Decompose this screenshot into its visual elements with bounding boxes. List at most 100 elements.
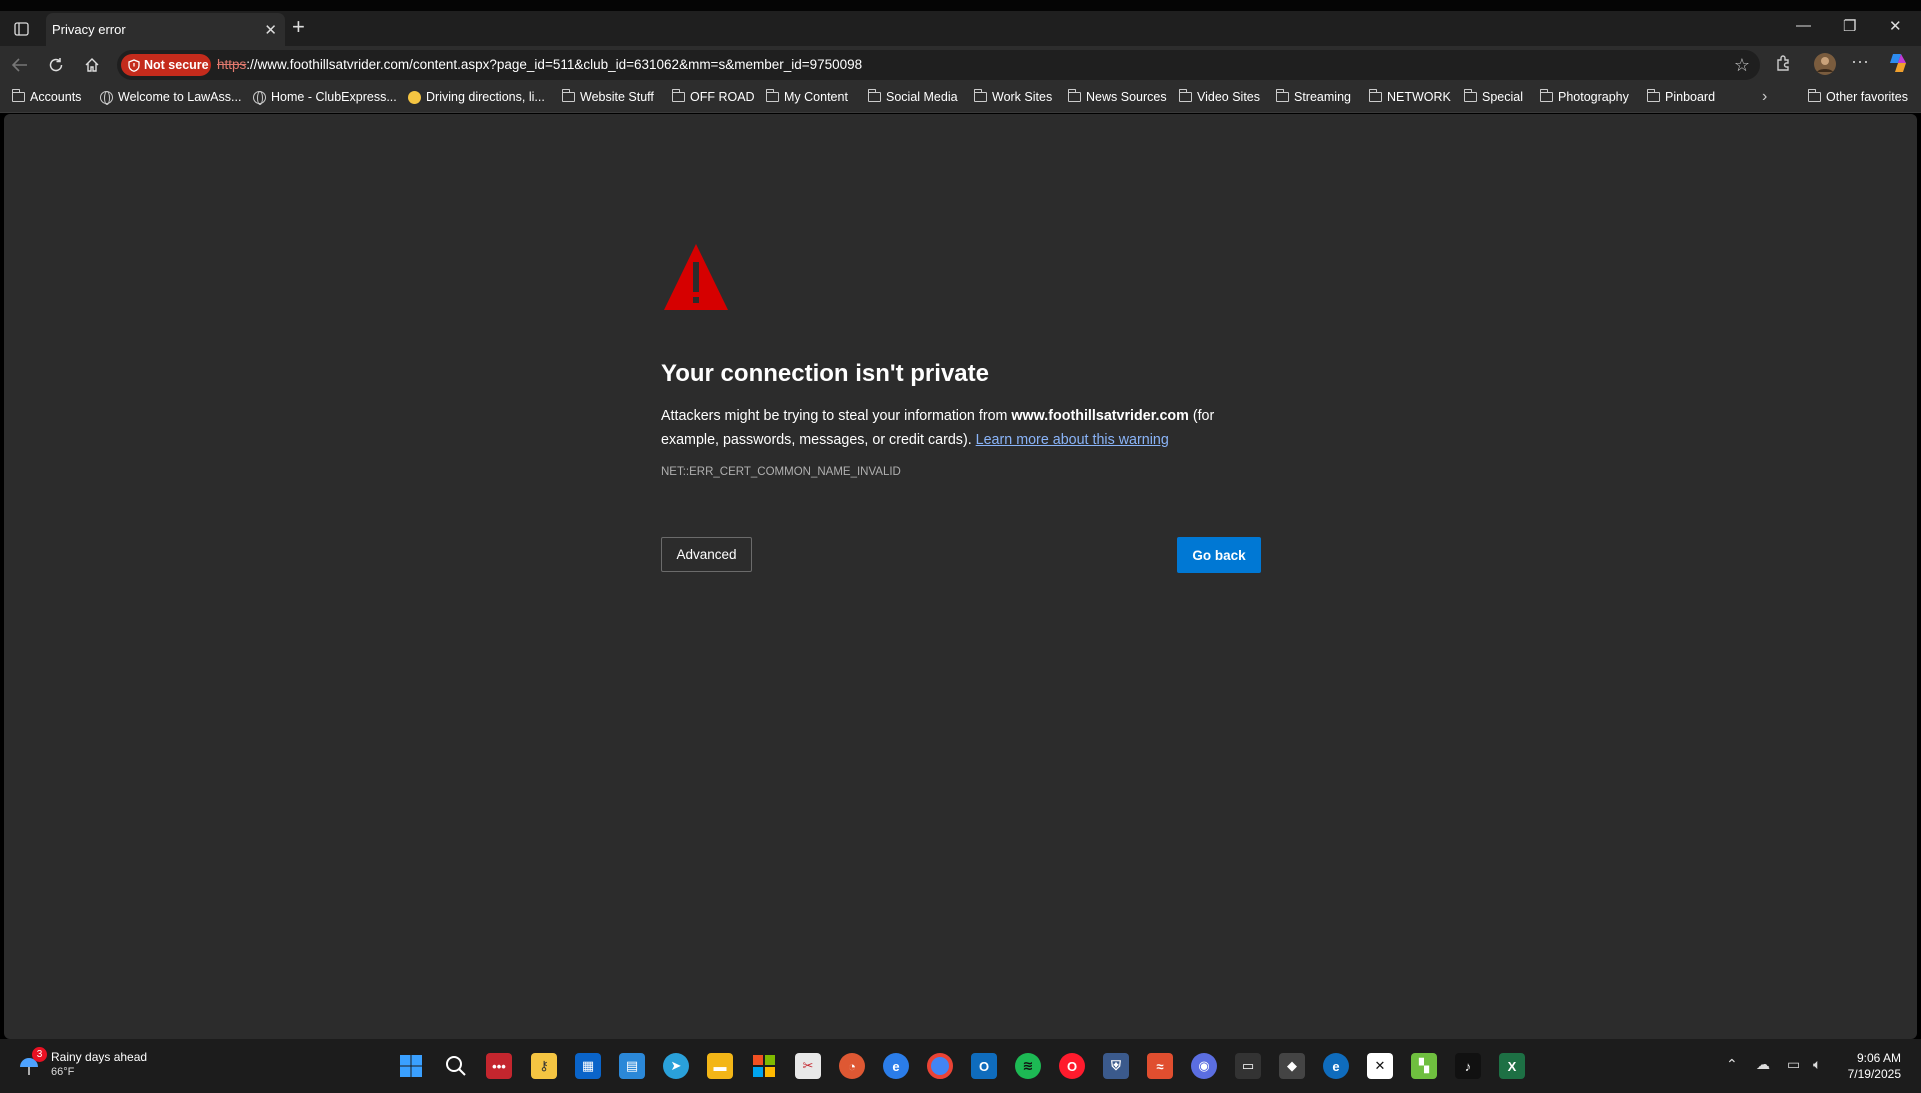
home-icon	[85, 58, 99, 72]
back-button[interactable]	[8, 53, 32, 77]
notification-badge: 3	[32, 1047, 47, 1062]
tab-actions-button[interactable]	[10, 19, 32, 39]
reload-button[interactable]	[44, 53, 68, 77]
favorite-item-streaming[interactable]: Streaming	[1276, 89, 1351, 104]
taskbar-app-keys-icon[interactable]: ⚷	[531, 1053, 557, 1079]
spotify-icon[interactable]: ≋	[1015, 1053, 1041, 1079]
clock-time: 9:06 AM	[1856, 1051, 1901, 1065]
microsoft-app-icon[interactable]	[751, 1053, 777, 1079]
go-back-button[interactable]: Go back	[1177, 537, 1261, 573]
clapper-icon[interactable]: ▭	[1235, 1053, 1261, 1079]
favorite-label: OFF ROAD	[690, 90, 755, 104]
page-title: Your connection isn't private	[661, 360, 989, 387]
folder-icon	[1464, 89, 1477, 102]
tab-close-icon[interactable]: ✕	[264, 21, 277, 39]
tab-privacy-error[interactable]: Privacy error ✕	[46, 13, 285, 46]
opera-icon[interactable]: O	[1059, 1053, 1085, 1079]
favorite-label: Photography	[1558, 90, 1629, 104]
tiktok-icon[interactable]: ♪	[1455, 1053, 1481, 1079]
favorite-item-off-road[interactable]: OFF ROAD	[672, 89, 755, 104]
network-icon[interactable]: ▭	[1787, 1056, 1800, 1073]
new-tab-icon[interactable]: +	[292, 16, 305, 38]
favorite-label: Pinboard	[1665, 90, 1716, 104]
profile-avatar[interactable]	[1813, 52, 1837, 81]
other-favorites[interactable]: Other favorites	[1808, 89, 1908, 104]
search-button[interactable]	[443, 1053, 469, 1079]
not-secure-label: Not secure	[144, 58, 209, 72]
reload-icon	[49, 58, 63, 72]
taskbar-app-grid-icon[interactable]: ▚	[1411, 1053, 1437, 1079]
favorite-label: Social Media	[886, 90, 958, 104]
extensions-icon[interactable]	[1775, 54, 1793, 77]
desc-prefix: Attackers might be trying to steal your …	[661, 408, 1012, 424]
address-toolbar: Not secure https://www.foothillsatvrider…	[0, 46, 1921, 84]
snipping-tool-icon[interactable]: ✂	[795, 1053, 821, 1079]
folder-icon	[1276, 89, 1289, 102]
favorite-label: Driving directions, li...	[426, 90, 545, 104]
folder-icon	[1369, 89, 1382, 102]
taskbar-app-edge-dev-icon[interactable]: e	[1323, 1053, 1349, 1079]
chevron-up-icon[interactable]: ⌃	[1726, 1056, 1738, 1073]
favorite-label: Video Sites	[1197, 90, 1261, 104]
favorite-label: NETWORK	[1387, 90, 1451, 104]
favorites-bar: Accounts Welcome to LawAss... Home - Clu…	[0, 84, 1921, 113]
not-secure-badge[interactable]: Not secure	[121, 54, 211, 76]
windows-icon	[400, 1055, 422, 1077]
page-content: Your connection isn't private Attackers …	[4, 114, 1917, 1039]
onedrive-icon[interactable]: ☁	[1756, 1056, 1770, 1073]
url-path: ://www.foothillsatvrider.com/content.asp…	[246, 57, 863, 72]
chrome-icon[interactable]	[927, 1053, 953, 1079]
favorite-item-clubexpress[interactable]: Home - ClubExpress...	[253, 90, 397, 105]
favorite-item-website-stuff[interactable]: Website Stuff	[562, 89, 654, 104]
volume-icon[interactable]: 🔈︎	[1813, 1056, 1821, 1073]
minimize-icon[interactable]: —	[1796, 17, 1811, 34]
start-button[interactable]	[398, 1053, 424, 1079]
favorite-item-news-sources[interactable]: News Sources	[1068, 89, 1167, 104]
tab-strip: Privacy error ✕ + — ❐ ✕	[0, 11, 1921, 46]
telegram-icon[interactable]: ➤	[663, 1053, 689, 1079]
favorite-item-accounts[interactable]: Accounts	[12, 89, 81, 104]
favorite-star-icon[interactable]: ☆	[1734, 55, 1750, 76]
maps-icon	[408, 90, 421, 104]
duckduckgo-icon[interactable]: ◔	[839, 1053, 865, 1079]
taskbar-app-shield-icon[interactable]: ⛨	[1103, 1053, 1129, 1079]
favorite-item-special[interactable]: Special	[1464, 89, 1523, 104]
copilot-icon[interactable]	[1887, 52, 1909, 79]
favorite-item-my-content[interactable]: My Content	[766, 89, 848, 104]
outlook-icon[interactable]: O	[971, 1053, 997, 1079]
davinci-resolve-icon[interactable]: ◆	[1279, 1053, 1305, 1079]
favorite-item-driving-directions[interactable]: Driving directions, li...	[408, 90, 545, 104]
store-icon[interactable]: ▦	[575, 1053, 601, 1079]
taskbar-app-camera-icon[interactable]: ◉	[1191, 1053, 1217, 1079]
chevron-right-icon[interactable]: ›	[1762, 88, 1767, 106]
system-clock[interactable]: 9:06 AM 7/19/2025	[1848, 1050, 1901, 1082]
favorite-item-social-media[interactable]: Social Media	[868, 89, 958, 104]
screen-top-edge	[0, 0, 1921, 11]
favorite-item-pinboard[interactable]: Pinboard	[1647, 89, 1716, 104]
capcut-icon[interactable]: ✕	[1367, 1053, 1393, 1079]
favorite-item-photography[interactable]: Photography	[1540, 89, 1629, 104]
folder-icon	[1068, 89, 1081, 102]
restore-icon[interactable]: ❐	[1843, 17, 1856, 35]
learn-more-link[interactable]: Learn more about this warning	[976, 432, 1169, 448]
more-options-icon[interactable]: ···	[1851, 51, 1869, 72]
calendar-icon[interactable]: ▤	[619, 1053, 645, 1079]
url-text[interactable]: https://www.foothillsatvrider.com/conten…	[217, 57, 862, 72]
edge-icon[interactable]: e	[883, 1053, 909, 1079]
home-button[interactable]	[80, 53, 104, 77]
favorite-item-network[interactable]: NETWORK	[1369, 89, 1451, 104]
close-window-icon[interactable]: ✕	[1889, 17, 1902, 35]
error-code: NET::ERR_CERT_COMMON_NAME_INVALID	[661, 466, 901, 478]
taskbar-app-dots-icon[interactable]: •••	[486, 1053, 512, 1079]
favorite-item-lawass[interactable]: Welcome to LawAss...	[100, 90, 241, 105]
back-arrow-icon	[12, 58, 27, 72]
favorite-label: Special	[1482, 90, 1523, 104]
taskbar-app-wave-icon[interactable]: ≈	[1147, 1053, 1173, 1079]
address-bar[interactable]: Not secure https://www.foothillsatvrider…	[117, 50, 1760, 80]
excel-icon[interactable]: X	[1499, 1053, 1525, 1079]
favorite-item-work-sites[interactable]: Work Sites	[974, 89, 1052, 104]
advanced-button[interactable]: Advanced	[661, 537, 752, 572]
favorite-item-video-sites[interactable]: Video Sites	[1179, 89, 1261, 104]
file-explorer-icon[interactable]: ▬	[707, 1053, 733, 1079]
tab-title: Privacy error	[52, 22, 126, 37]
